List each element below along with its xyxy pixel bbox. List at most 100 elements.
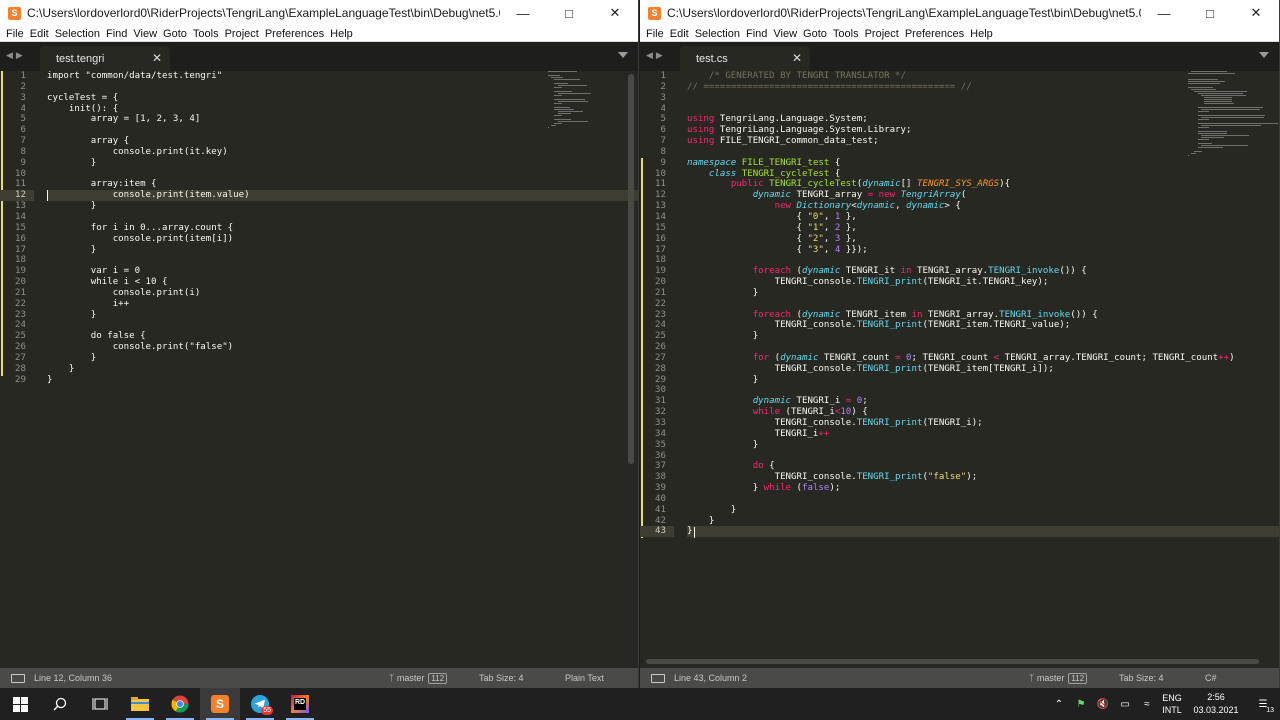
code-token: (TENGRI_it.TENGRI_key); xyxy=(922,277,1049,288)
minimap[interactable] xyxy=(1188,71,1278,156)
line-number: 5 xyxy=(660,114,666,125)
menu-file[interactable]: File xyxy=(646,28,664,40)
code-line: } xyxy=(687,331,1279,342)
line-number: 17 xyxy=(15,244,26,255)
title-bar[interactable]: S C:\Users\lordoverlord0\RiderProjects\T… xyxy=(0,0,638,26)
tab-dropdown-icon[interactable] xyxy=(618,52,628,58)
file-explorer-button[interactable] xyxy=(120,688,160,720)
minimize-button[interactable]: — xyxy=(1141,0,1187,26)
menu-goto[interactable]: Goto xyxy=(163,28,187,40)
minimap-line xyxy=(548,75,560,76)
input-language[interactable]: ENG INTL xyxy=(1158,692,1186,716)
menu-tools[interactable]: Tools xyxy=(833,28,859,40)
branch-name: master xyxy=(1036,673,1065,683)
search-button[interactable] xyxy=(40,688,80,720)
code-area[interactable]: /* GENERATED BY TENGRI TRANSLATOR */// =… xyxy=(687,71,1279,668)
menu-help[interactable]: Help xyxy=(970,28,993,40)
clock[interactable]: 2:56 03.03.2021 xyxy=(1186,691,1246,717)
syntax-mode[interactable]: Plain Text xyxy=(565,673,604,683)
menu-find[interactable]: Find xyxy=(106,28,127,40)
start-button[interactable] xyxy=(0,688,40,720)
chrome-button[interactable] xyxy=(160,688,200,720)
code-token: ) xyxy=(1229,352,1235,363)
wifi-icon[interactable]: ≈ xyxy=(1136,699,1158,710)
sublime-window-right[interactable]: S C:\Users\lordoverlord0\RiderProjects\T… xyxy=(640,0,1280,688)
menu-project[interactable]: Project xyxy=(865,28,899,40)
menu-tools[interactable]: Tools xyxy=(193,28,219,40)
menu-selection[interactable]: Selection xyxy=(55,28,100,40)
git-branch[interactable]: ᛉ master 112 xyxy=(389,672,479,684)
tab-test-cs[interactable]: test.cs ✕ xyxy=(680,46,810,71)
code-area[interactable]: import "common/data/test.tengri" cycleTes… xyxy=(47,71,638,668)
sublime-window-left[interactable]: S C:\Users\lordoverlord0\RiderProjects\T… xyxy=(0,0,639,688)
panel-toggle-icon[interactable] xyxy=(11,673,25,683)
tab-scroll-arrows-icon[interactable]: ◀▶ xyxy=(646,50,666,61)
battery-icon[interactable]: ▭ xyxy=(1114,699,1136,710)
line-number: 2 xyxy=(20,81,26,92)
minimap-line xyxy=(1197,143,1212,144)
code-editor[interactable]: 1 2 3 4 5 6 7 8 9 10 11 12 13 14 15 16 17 18 19 20 21 22 23 24 2… xyxy=(0,71,638,668)
code-token: in xyxy=(911,309,923,320)
code-token: TENGRI_console. xyxy=(687,277,857,288)
minimap[interactable] xyxy=(548,71,628,131)
menu-find[interactable]: Find xyxy=(746,28,767,40)
tab-test-tengri[interactable]: test.tengri ✕ xyxy=(40,46,170,71)
code-token: { xyxy=(687,244,808,255)
task-view-button[interactable] xyxy=(80,688,120,720)
tab-size[interactable]: Tab Size: 4 xyxy=(1119,673,1205,683)
menu-project[interactable]: Project xyxy=(225,28,259,40)
notification-center-icon[interactable]: ☰ 13 xyxy=(1246,699,1280,714)
code-token: for xyxy=(752,352,770,363)
maximize-button[interactable]: □ xyxy=(546,0,592,26)
line-number: 33 xyxy=(655,418,666,428)
show-hidden-icons-icon[interactable]: ⌃ xyxy=(1048,699,1070,710)
menu-file[interactable]: File xyxy=(6,28,24,40)
tab-close-icon[interactable]: ✕ xyxy=(152,51,162,65)
code-token: "false" xyxy=(927,472,967,483)
menu-view[interactable]: View xyxy=(133,28,157,40)
close-button[interactable]: ✕ xyxy=(1233,0,1279,26)
code-line: } xyxy=(47,201,638,212)
vertical-scrollbar[interactable] xyxy=(628,74,634,464)
clock-time: 2:56 xyxy=(1207,692,1225,702)
sublime-text-button[interactable]: S xyxy=(200,688,240,720)
tab-dropdown-icon[interactable] xyxy=(1259,52,1269,58)
volume-muted-icon[interactable]: 🔇 xyxy=(1092,699,1114,710)
minimap-line xyxy=(1200,145,1249,146)
menu-preferences[interactable]: Preferences xyxy=(905,28,964,40)
menu-edit[interactable]: Edit xyxy=(670,28,689,40)
tab-scroll-arrows-icon[interactable]: ◀▶ xyxy=(6,50,26,61)
code-token: ++ xyxy=(818,428,830,439)
tab-size[interactable]: Tab Size: 4 xyxy=(479,673,565,683)
menu-selection[interactable]: Selection xyxy=(695,28,740,40)
telegram-button[interactable]: 55 xyxy=(240,688,280,720)
code-line: } xyxy=(687,516,1279,527)
git-branch[interactable]: ᛉ master 112 xyxy=(1029,672,1119,684)
panel-toggle-icon[interactable] xyxy=(651,673,665,683)
maximize-button[interactable]: □ xyxy=(1187,0,1233,26)
code-line: } xyxy=(687,505,1279,516)
code-line: } xyxy=(47,375,638,386)
syntax-mode[interactable]: C# xyxy=(1205,673,1217,683)
code-token: }, xyxy=(840,233,857,244)
minimap-line xyxy=(554,83,568,84)
menu-goto[interactable]: Goto xyxy=(803,28,827,40)
minimize-button[interactable]: — xyxy=(500,0,546,26)
tab-close-icon[interactable]: ✕ xyxy=(792,51,802,65)
menu-edit[interactable]: Edit xyxy=(30,28,49,40)
rider-button[interactable]: RD xyxy=(280,688,320,720)
close-button[interactable]: ✕ xyxy=(592,0,638,26)
horizontal-scrollbar[interactable] xyxy=(646,659,1259,664)
code-line: while (TENGRI_i<10) { xyxy=(687,407,1279,418)
code-editor[interactable]: 1 2 3 4 5 6 7 8 9 10 11 12 13 14 15 16 17 18 19 20 21 22 23 24 2… xyxy=(640,71,1279,668)
menu-view[interactable]: View xyxy=(773,28,797,40)
menu-help[interactable]: Help xyxy=(330,28,353,40)
title-bar[interactable]: S C:\Users\lordoverlord0\RiderProjects\T… xyxy=(640,0,1279,26)
flag-icon[interactable]: ⚑ xyxy=(1070,699,1092,710)
code-token: ; TENGRI_count xyxy=(911,352,994,363)
minimap-line xyxy=(1188,87,1214,88)
menu-preferences[interactable]: Preferences xyxy=(265,28,324,40)
code-token: } xyxy=(687,439,759,450)
